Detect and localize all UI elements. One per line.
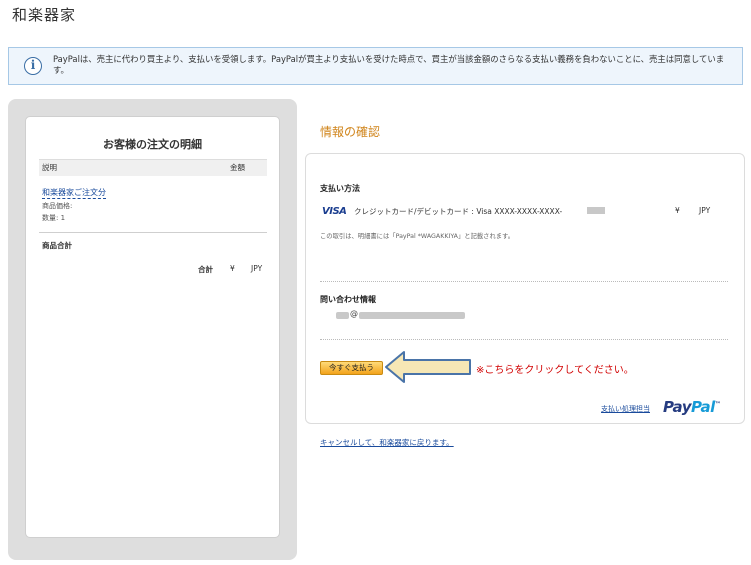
order-summary-title: お客様の注文の明細 — [103, 138, 202, 151]
item-quantity-label: 数量: 1 — [42, 214, 66, 222]
summary-column-header: 説明 金額 — [39, 159, 267, 176]
email-at-sign: @ — [350, 309, 358, 318]
payment-method-title: 支払い方法 — [320, 184, 360, 193]
total-label: 合計 — [198, 265, 213, 274]
paypal-logo-pal: Pal — [690, 398, 715, 416]
paypal-trademark: ™ — [714, 401, 721, 408]
items-divider — [39, 232, 267, 233]
paypal-logo: PayPal™ — [663, 398, 721, 416]
order-summary-panel: お客様の注文の明細 説明 金額 和楽器家ご注文分 商品価格: 数量: 1 商品合… — [8, 99, 297, 560]
statement-note: この取引は、明細書には「PayPal *WAGAKKIYA」と記載されます。 — [320, 233, 515, 240]
total-yen-symbol: ¥ — [230, 264, 235, 273]
redacted-email-user — [336, 312, 349, 319]
contact-email-redacted: @ — [336, 309, 466, 319]
left-arrow-icon — [385, 351, 471, 383]
paypal-notice-banner: i PayPalは、売主に代わり買主より、支払いを受領します。PayPalが買主… — [8, 47, 743, 85]
payment-yen-symbol: ¥ — [675, 206, 680, 215]
info-icon: i — [24, 57, 42, 75]
review-details-box — [305, 153, 745, 424]
item-price-label: 商品価格: — [42, 202, 73, 210]
notice-text: PayPalは、売主に代わり買主より、支払いを受領します。PayPalが買主より… — [53, 54, 725, 75]
cancel-return-link[interactable]: キャンセルして、和楽器家に戻ります。 — [320, 437, 454, 448]
total-currency: JPY — [251, 264, 263, 273]
masked-card-digits — [587, 207, 605, 214]
subtotal-label: 商品合計 — [42, 241, 72, 250]
column-description-label: 説明 — [42, 163, 57, 172]
arrow-shape — [385, 351, 471, 383]
pay-now-button[interactable]: 今すぐ支払う — [320, 361, 383, 375]
payment-method-card-text: クレジットカード/デビットカード : Visa XXXX-XXXX-XXXX- — [354, 207, 563, 216]
redacted-email-domain — [359, 312, 465, 319]
order-summary-card: お客様の注文の明細 説明 金額 和楽器家ご注文分 商品価格: 数量: 1 商品合… — [25, 116, 280, 538]
contact-info-title: 問い合わせ情報 — [320, 295, 376, 304]
payment-currency: JPY — [699, 206, 711, 215]
section-divider — [320, 281, 728, 282]
review-section-title: 情報の確認 — [320, 125, 381, 139]
column-amount-label: 金額 — [230, 163, 245, 172]
section-divider — [320, 339, 728, 340]
store-name: 和楽器家 — [12, 6, 77, 24]
order-item-link[interactable]: 和楽器家ご注文分 — [42, 187, 106, 199]
payment-processor-label: 支払い処理担当 — [601, 405, 650, 413]
paypal-logo-pay: Pay — [663, 398, 691, 416]
visa-logo-icon: VISA — [322, 206, 347, 217]
click-here-hint: ※こちらをクリックしてください。 — [476, 365, 634, 376]
